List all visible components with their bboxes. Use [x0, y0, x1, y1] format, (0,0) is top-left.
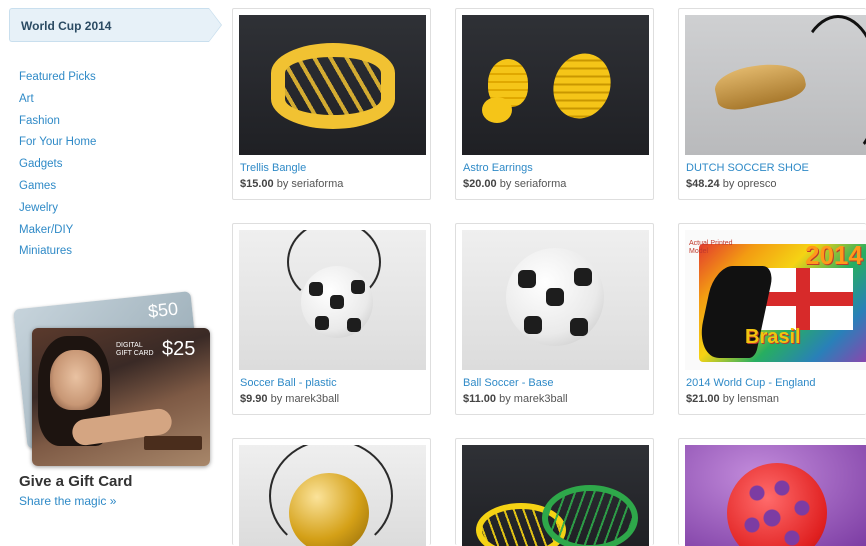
product-price: $21.00: [686, 393, 720, 405]
product-by: by: [499, 393, 511, 405]
earring-shape: [544, 45, 620, 127]
product-name[interactable]: Trellis Bangle: [240, 162, 306, 174]
product-name[interactable]: DUTCH SOCCER SHOE: [686, 162, 809, 174]
category-list: Featured Picks Art Fashion For Your Home…: [19, 70, 96, 266]
product-image[interactable]: Actual Printed Model 2014 Brasil: [685, 230, 866, 370]
product-price: $48.24: [686, 178, 720, 190]
product-by: by: [270, 393, 283, 405]
product-meta: $9.90 by marek3ball: [240, 393, 339, 405]
product-image[interactable]: [462, 445, 649, 546]
sidebar-item-maker-diy[interactable]: Maker/DIY: [19, 223, 96, 245]
green-ring-shape: [542, 485, 638, 546]
product-seller[interactable]: seriaforma: [291, 178, 343, 190]
product-card[interactable]: DUTCH SOCCER SHOE $48.24 by opresco: [678, 8, 866, 200]
product-seller[interactable]: opresco: [737, 178, 776, 190]
sidebar-item-jewelry[interactable]: Jewelry: [19, 201, 96, 223]
product-card[interactable]: [455, 438, 654, 546]
ball-patch: [309, 282, 323, 296]
gift-card-image[interactable]: $50 DIGITAL GIFT CARD $25: [10, 291, 215, 470]
ball-patch: [570, 318, 588, 336]
product-image[interactable]: [685, 15, 866, 155]
product-seller[interactable]: seriaforma: [514, 178, 566, 190]
product-by: by: [276, 178, 289, 190]
sidebar-item-fashion[interactable]: Fashion: [19, 114, 96, 136]
shoe-shape: [711, 56, 809, 114]
ball-patch: [518, 270, 536, 288]
soccer-ball-shape: [506, 248, 604, 346]
product-card[interactable]: Actual Printed Model 2014 Brasil 2014 Wo…: [678, 223, 866, 415]
sidebar-item-art[interactable]: Art: [19, 92, 96, 114]
sidebar-item-for-your-home[interactable]: For Your Home: [19, 135, 96, 157]
product-name[interactable]: Ball Soccer - Base: [463, 377, 553, 389]
product-image[interactable]: [462, 15, 649, 155]
active-category-label: World Cup 2014: [21, 19, 112, 33]
ball-patch: [315, 316, 329, 330]
gift-card-front-label: DIGITAL GIFT CARD: [116, 342, 154, 357]
product-image[interactable]: [239, 15, 426, 155]
gift-card-front: DIGITAL GIFT CARD $25: [32, 328, 210, 466]
ball-patch: [574, 268, 592, 286]
ball-patch: [330, 295, 344, 309]
product-card[interactable]: Soccer Ball - plastic $9.90 by marek3bal…: [232, 223, 431, 415]
product-price: $11.00: [463, 393, 497, 405]
product-by: by: [722, 393, 735, 405]
product-card[interactable]: [232, 438, 431, 546]
product-seller[interactable]: lensman: [737, 393, 779, 405]
product-card[interactable]: [678, 438, 866, 546]
product-price: $15.00: [240, 178, 274, 190]
worldcup-bottom: Brasil: [745, 326, 801, 348]
worldcup-label: Actual Printed Model: [689, 240, 733, 255]
ball-patch: [351, 280, 365, 294]
gift-card-title: Give a Gift Card: [19, 473, 133, 490]
sidebar-item-gadgets[interactable]: Gadgets: [19, 157, 96, 179]
product-image[interactable]: [239, 445, 426, 546]
sidebar-item-featured-picks[interactable]: Featured Picks: [19, 70, 96, 92]
photo-face: [50, 350, 102, 410]
product-name[interactable]: Soccer Ball - plastic: [240, 377, 337, 389]
sidebar-item-miniatures[interactable]: Miniatures: [19, 244, 96, 266]
worldcup-year: 2014: [805, 240, 863, 270]
ball-patch: [347, 318, 361, 332]
ball-patch: [524, 316, 542, 334]
red-ball-shape: [727, 463, 827, 546]
gift-card-back-amount: $50: [147, 298, 179, 322]
photo-book: [144, 436, 202, 450]
earring-shape: [482, 97, 512, 123]
sidebar-active-category[interactable]: World Cup 2014: [9, 8, 222, 42]
gold-ball-shape: [289, 473, 369, 546]
product-image[interactable]: [462, 230, 649, 370]
product-price: $9.90: [240, 393, 268, 405]
product-meta: $20.00 by seriaforma: [463, 178, 566, 190]
soccer-ball-shape: [301, 266, 373, 338]
product-seller[interactable]: marek3ball: [514, 393, 568, 405]
product-meta: $48.24 by opresco: [686, 178, 777, 190]
product-seller[interactable]: marek3ball: [285, 393, 339, 405]
product-by: by: [722, 178, 735, 190]
product-meta: $11.00 by marek3ball: [463, 393, 568, 405]
product-meta: $21.00 by lensman: [686, 393, 779, 405]
product-card[interactable]: Ball Soccer - Base $11.00 by marek3ball: [455, 223, 654, 415]
product-price: $20.00: [463, 178, 497, 190]
product-by: by: [499, 178, 512, 190]
bangle-shape: [271, 43, 395, 129]
sidebar-item-games[interactable]: Games: [19, 179, 96, 201]
product-image[interactable]: [239, 230, 426, 370]
product-card[interactable]: Trellis Bangle $15.00 by seriaforma: [232, 8, 431, 200]
product-name[interactable]: 2014 World Cup - England: [686, 377, 815, 389]
gift-card-link[interactable]: Share the magic »: [19, 494, 116, 508]
product-card[interactable]: Astro Earrings $20.00 by seriaforma: [455, 8, 654, 200]
gift-card-front-amount: $25: [162, 338, 196, 360]
product-name[interactable]: Astro Earrings: [463, 162, 533, 174]
product-meta: $15.00 by seriaforma: [240, 178, 343, 190]
ball-patch: [546, 288, 564, 306]
product-image[interactable]: [685, 445, 866, 546]
